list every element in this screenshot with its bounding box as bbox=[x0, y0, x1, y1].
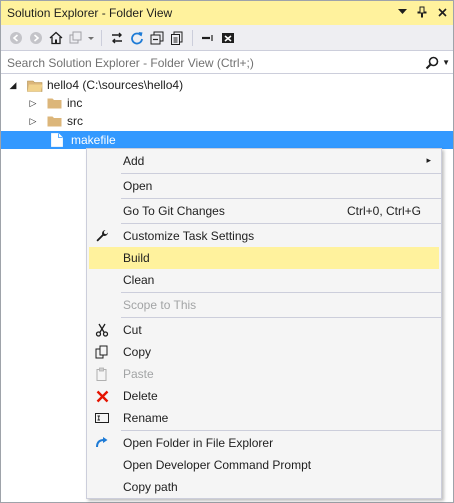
menu-item-copy-path[interactable]: Copy path bbox=[89, 476, 439, 498]
menu-separator bbox=[121, 292, 441, 293]
open-folder-arrow-icon bbox=[94, 435, 110, 451]
menu-item-copy[interactable]: Copy bbox=[89, 341, 439, 363]
toolbar-separator bbox=[192, 29, 193, 46]
collapse-all-icon[interactable] bbox=[148, 29, 166, 47]
refresh-icon[interactable] bbox=[128, 29, 146, 47]
forward-arrow-icon[interactable] bbox=[27, 29, 45, 47]
tree-folder-src[interactable]: ▷ src bbox=[27, 112, 83, 130]
title-bar: Solution Explorer - Folder View bbox=[1, 1, 453, 25]
menu-separator bbox=[121, 198, 441, 199]
menu-separator bbox=[121, 430, 441, 431]
pin-icon[interactable] bbox=[415, 4, 429, 20]
menu-item-open[interactable]: Open bbox=[89, 175, 439, 197]
menu-separator bbox=[121, 317, 441, 318]
back-arrow-icon[interactable] bbox=[7, 29, 25, 47]
folder-icon bbox=[47, 96, 63, 110]
menu-item-rename[interactable]: Rename bbox=[89, 407, 439, 429]
properties-icon[interactable] bbox=[219, 29, 237, 47]
menu-item-open-folder-in-file-explorer[interactable]: Open Folder in File Explorer bbox=[89, 432, 439, 454]
menu-item-paste[interactable]: Paste bbox=[89, 363, 439, 385]
tree-file-makefile[interactable]: makefile bbox=[1, 131, 453, 149]
close-icon[interactable] bbox=[435, 4, 449, 20]
wrench-icon bbox=[94, 228, 110, 244]
copy-icon bbox=[94, 344, 110, 360]
submenu-arrow-icon: ▸ bbox=[426, 155, 431, 165]
show-all-files-icon[interactable] bbox=[168, 29, 186, 47]
menu-item-clean[interactable]: Clean bbox=[89, 269, 439, 291]
switch-views-icon[interactable] bbox=[67, 29, 85, 47]
window-title: Solution Explorer - Folder View bbox=[7, 6, 173, 20]
folder-icon bbox=[47, 114, 63, 128]
paste-icon bbox=[94, 366, 110, 382]
chevron-down-icon[interactable] bbox=[395, 4, 409, 20]
solution-explorer-panel: Solution Explorer - Folder View Search S… bbox=[0, 0, 454, 503]
collapsed-arrow-icon[interactable]: ▷ bbox=[27, 98, 39, 109]
menu-item-cut[interactable]: Cut bbox=[89, 319, 439, 341]
search-box: ▼ bbox=[1, 52, 453, 74]
menu-item-build[interactable]: Build bbox=[89, 247, 439, 269]
sync-icon[interactable] bbox=[108, 29, 126, 47]
menu-item-delete[interactable]: Delete bbox=[89, 385, 439, 407]
preview-icon[interactable] bbox=[199, 29, 217, 47]
home-icon[interactable] bbox=[47, 29, 65, 47]
tree-folder-label: inc bbox=[67, 96, 83, 110]
menu-item-customize-task-settings[interactable]: Customize Task Settings bbox=[89, 225, 439, 247]
tree-file-label: makefile bbox=[71, 133, 116, 147]
delete-x-icon bbox=[94, 388, 110, 404]
tree-folder-inc[interactable]: ▷ inc bbox=[27, 94, 83, 112]
expanded-arrow-icon[interactable]: ◢ bbox=[7, 80, 19, 91]
tree-folder-label: src bbox=[67, 114, 83, 128]
collapsed-arrow-icon[interactable]: ▷ bbox=[27, 116, 39, 127]
menu-item-scope-to-this[interactable]: Scope to This bbox=[89, 294, 439, 316]
menu-item-open-developer-command-prompt[interactable]: Open Developer Command Prompt bbox=[89, 454, 439, 476]
dropdown-icon[interactable] bbox=[87, 29, 95, 47]
context-menu: Add ▸ Open Go To Git Changes Ctrl+0, Ctr… bbox=[86, 148, 442, 499]
search-icon[interactable] bbox=[425, 55, 441, 71]
toolbar bbox=[1, 25, 453, 51]
tree-root[interactable]: ◢ hello4 (C:\sources\hello4) bbox=[7, 76, 184, 94]
menu-item-go-to-git-changes[interactable]: Go To Git Changes Ctrl+0, Ctrl+G bbox=[89, 200, 439, 222]
search-options-dropdown[interactable]: ▼ bbox=[442, 58, 450, 67]
menu-item-add[interactable]: Add ▸ bbox=[89, 150, 439, 172]
tree-root-label: hello4 (C:\sources\hello4) bbox=[47, 78, 184, 92]
shortcut-text: Ctrl+0, Ctrl+G bbox=[346, 204, 421, 218]
scissors-icon bbox=[94, 322, 110, 338]
rename-icon bbox=[94, 410, 110, 426]
title-bar-buttons bbox=[395, 4, 449, 20]
folder-open-icon bbox=[27, 78, 43, 92]
menu-separator bbox=[121, 173, 441, 174]
toolbar-separator bbox=[101, 29, 102, 46]
menu-separator bbox=[121, 223, 441, 224]
search-input[interactable] bbox=[5, 54, 419, 72]
file-icon bbox=[51, 133, 67, 147]
